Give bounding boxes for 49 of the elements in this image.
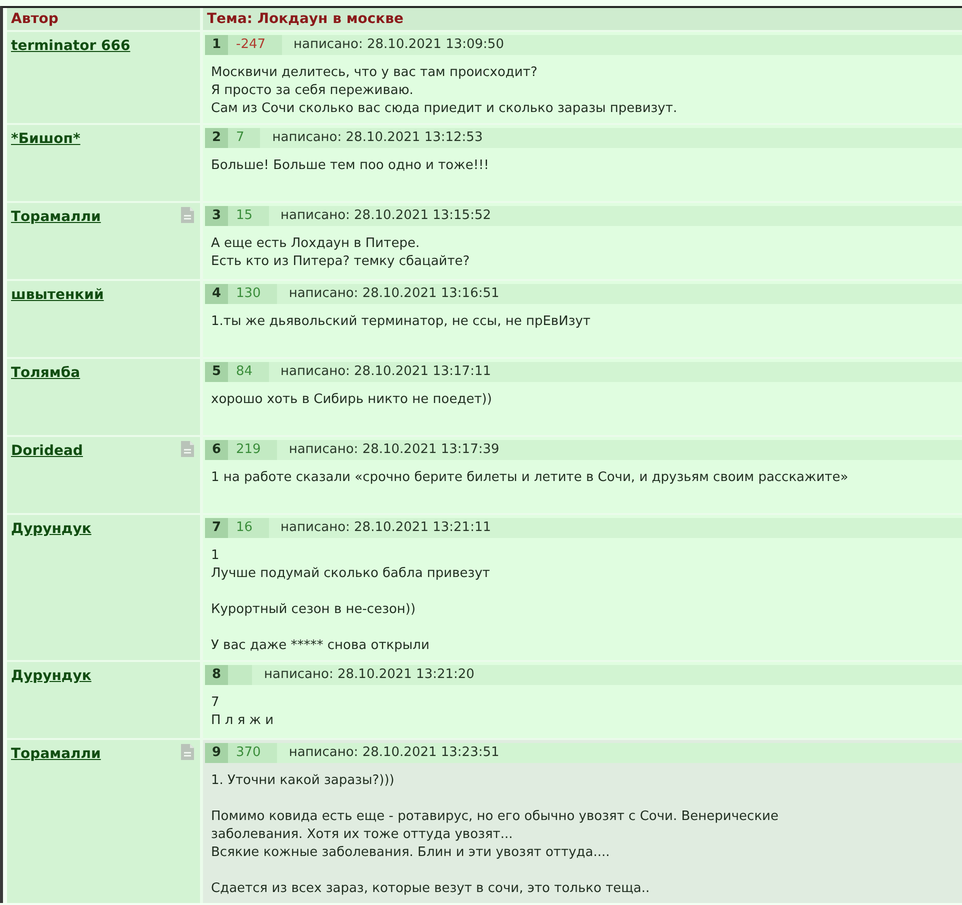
post-date: написано: 28.10.2021 13:17:39 <box>288 441 500 459</box>
post-number[interactable]: 2 <box>205 128 228 148</box>
post-text: Москвичи делитесь, что у вас там происходит? Я просто за себя переживаю. Сам из Сочи сколько вас сюда приедит и сколько заразы превизут. <box>210 64 678 118</box>
post-date: написано: 28.10.2021 13:16:51 <box>288 285 500 303</box>
rating-score: 219 <box>228 440 277 460</box>
post-date: написано: 28.10.2021 13:15:52 <box>280 207 491 225</box>
post-date: написано: 28.10.2021 13:23:51 <box>288 744 500 762</box>
post-text: 1.ты же дьявольский терминатор, не ссы, не прЕвИзут <box>210 313 592 331</box>
topic-title: Тема: Локдаун в москве <box>203 8 962 30</box>
author-link[interactable]: Дурундук <box>11 519 92 539</box>
rating-score: 7 <box>228 128 260 148</box>
author-link[interactable]: Торамалли <box>11 744 101 764</box>
author-link[interactable]: швытенкий <box>11 285 104 305</box>
post-date: написано: 28.10.2021 13:09:50 <box>294 36 504 54</box>
post-text: 1 Лучше подумай сколько бабла привезут Курортный сезон в не-сезон)) У вас даже ***** снова открыли <box>210 547 491 655</box>
post-number[interactable]: 6 <box>205 440 228 460</box>
column-header: Автор <box>7 8 200 30</box>
document-icon[interactable] <box>181 207 194 223</box>
post-date: написано: 28.10.2021 13:17:11 <box>280 363 491 381</box>
post-number[interactable]: 1 <box>205 35 228 55</box>
post-date: написано: 28.10.2021 13:12:53 <box>272 129 483 147</box>
post-date: написано: 28.10.2021 13:21:11 <box>280 519 491 537</box>
author-link[interactable]: Толямба <box>11 363 80 383</box>
rating-score: 130 <box>228 284 277 304</box>
author-link[interactable]: *Бишоп* <box>11 129 80 149</box>
document-icon[interactable] <box>181 744 194 760</box>
post-number[interactable]: 7 <box>205 518 228 538</box>
document-icon[interactable] <box>181 441 194 457</box>
author-link[interactable]: Doridead <box>11 441 83 461</box>
post-number[interactable]: 9 <box>205 743 228 763</box>
rating-score: 84 <box>228 362 269 382</box>
author-link[interactable]: Торамалли <box>11 207 101 227</box>
author-link[interactable]: Дурундук <box>11 666 92 686</box>
post-text: 7 П л я ж и <box>210 694 275 730</box>
author-link[interactable]: terminator 666 <box>11 36 130 56</box>
post-text: хорошо хоть в Сибирь никто не поедет)) <box>210 391 493 409</box>
rating-score: 15 <box>228 206 269 226</box>
post-number[interactable]: 5 <box>205 362 228 382</box>
rating-score: 16 <box>228 518 269 538</box>
post-text: 1 на работе сказали «срочно берите билеты и летите в Сочи, и друзьям своим расскажите» <box>210 469 850 487</box>
post-text: Больше! Больше тем поо одно и тоже!!! <box>210 157 490 175</box>
post-number[interactable]: 4 <box>205 284 228 304</box>
post-text: 1. Уточни какой заразы?))) Помимо ковида есть еще - ротавирус, но его обычно увозят с Сочи. Венерические заболевания. Хотя их тоже оттуда увозят... Всякие кожные заболевания. Блин и эти увозят оттуда.... Сдается из всех зараз, которые везут в сочи, это только теща.. <box>210 772 780 898</box>
post-text: А еще есть Лохдаун в Питере. Есть кто из Питера? темку сбацайте? <box>210 235 471 271</box>
post-number[interactable]: 8 <box>205 665 228 685</box>
rating-score: -247 <box>228 35 282 55</box>
rating-score: 370 <box>228 743 277 763</box>
post-number[interactable]: 3 <box>205 206 228 226</box>
post-date: написано: 28.10.2021 13:21:20 <box>264 666 474 684</box>
